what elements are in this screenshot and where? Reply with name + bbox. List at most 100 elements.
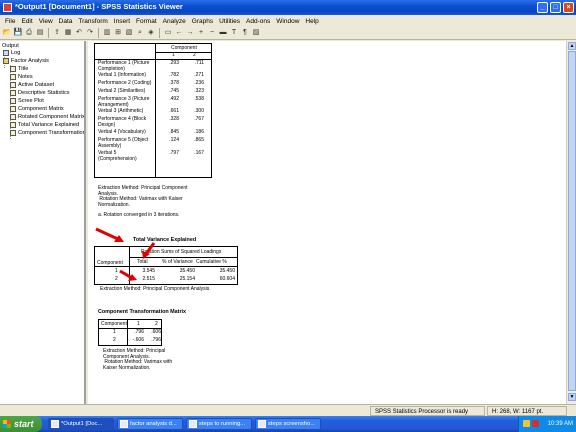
outline-item[interactable]: Title [10, 66, 28, 72]
total-variance-explained-table[interactable]: Rotation Sums of Squared Loadings Compone… [94, 246, 238, 285]
taskbar-item[interactable]: factor analysis d... [117, 418, 183, 430]
taskbar-item[interactable]: steps to running... [186, 418, 252, 430]
outline-item[interactable]: Total Variance Explained [10, 122, 79, 128]
variance-value: 35.450 [219, 268, 235, 274]
print-preview-icon[interactable]: ▤ [35, 28, 45, 38]
network-icon[interactable] [523, 420, 530, 427]
outline-item[interactable]: Notes [10, 74, 33, 80]
vertical-scrollbar[interactable]: ▲ ▼ [566, 41, 576, 404]
matrix-row-label: Performance 4 (Block Design) [98, 116, 147, 128]
recall-dialog-icon[interactable]: ▦ [63, 28, 73, 38]
menu-insert[interactable]: Insert [111, 18, 133, 25]
promote-icon[interactable]: ← [174, 28, 184, 38]
menu-view[interactable]: View [36, 18, 56, 25]
outline-item[interactable]: Rotated Component Matrix [10, 114, 85, 120]
taskbar-item[interactable]: steps screensho... [255, 418, 321, 430]
folder-icon [3, 58, 9, 64]
menu-bar: File Edit View Data Transform Insert Format Ana… [0, 15, 576, 27]
designate-window-icon[interactable]: ◈ [146, 28, 156, 38]
rule [127, 320, 128, 346]
menu-transform[interactable]: Transform [75, 18, 110, 25]
title-bar[interactable]: *Output1 [Document1] - SPSS Statistics V… [0, 0, 576, 15]
outline-item[interactable]: Log [3, 50, 20, 56]
print-icon[interactable]: ⎙ [24, 28, 34, 38]
toolbar-separator [159, 28, 160, 38]
minimize-button[interactable]: _ [537, 2, 548, 13]
outline-item[interactable]: Active Dataset [10, 82, 54, 88]
matrix-value: .300 [194, 108, 204, 114]
hide-icon[interactable]: − [207, 28, 217, 38]
clock[interactable]: 10:39 AM [548, 416, 573, 432]
processor-status: SPSS Statistics Processor is ready [370, 406, 485, 416]
outline-item[interactable]: Descriptive Statistics [10, 90, 70, 96]
open-icon[interactable]: 📂 [2, 28, 12, 38]
export-icon[interactable]: ⇪ [52, 28, 62, 38]
insert-heading-icon[interactable]: ▬ [218, 28, 228, 38]
outline-root[interactable]: Output [2, 43, 19, 49]
security-icon[interactable] [532, 420, 539, 427]
transformation-col-header: 1 [137, 321, 140, 327]
variance-col-header: Cumulative % [196, 259, 227, 265]
menu-edit[interactable]: Edit [18, 18, 35, 25]
menu-graphs[interactable]: Graphs [189, 18, 216, 25]
maximize-button[interactable]: □ [550, 2, 561, 13]
redo-icon[interactable]: ↷ [85, 28, 95, 38]
scroll-down-icon[interactable]: ▼ [568, 393, 576, 401]
goto-case-icon[interactable]: ⊞ [113, 28, 123, 38]
scrollbar-thumb[interactable] [568, 51, 576, 391]
outline-pane[interactable]: Output Log Factor Analysis Title Notes Activ… [0, 41, 86, 404]
taskbar-item[interactable]: *Output1 [Doc... [48, 418, 114, 430]
save-icon[interactable]: 💾 [13, 28, 23, 38]
output-content-pane[interactable]: Component 1 2 Performance 1 (Picture Comple… [88, 41, 566, 404]
menu-window[interactable]: Window [273, 18, 302, 25]
transformation-component-number: 2 [113, 337, 116, 343]
variance-value: 25.154 [179, 276, 195, 282]
rule [155, 44, 156, 178]
outline-item-label: Rotated Component Matrix [18, 114, 85, 120]
menu-file[interactable]: File [2, 18, 18, 25]
matrix-value: .661 [169, 108, 179, 114]
output-size-status: H: 268, W: 1167 pt. [487, 406, 567, 416]
undo-icon[interactable]: ↶ [74, 28, 84, 38]
matrix-col-header: 1 [172, 52, 175, 58]
document-icon [189, 420, 197, 428]
insert-chart-icon[interactable]: ▨ [251, 28, 261, 38]
insert-text-icon[interactable]: ¶ [240, 28, 250, 38]
menu-analyze[interactable]: Analyze [160, 18, 189, 25]
scroll-up-icon[interactable]: ▲ [568, 42, 576, 50]
show-icon[interactable]: + [196, 28, 206, 38]
matrix-value: .782 [169, 72, 179, 78]
output-page-icon [10, 74, 16, 80]
outline-item[interactable]: Component Transformation [10, 130, 84, 136]
insert-title-icon[interactable]: T [229, 28, 239, 38]
matrix-value: .378 [169, 80, 179, 86]
menu-help[interactable]: Help [302, 18, 321, 25]
matrix-row-label: Performance 1 (Picture Completion) [98, 60, 150, 72]
component-transformation-matrix-table[interactable]: Component 1 2 1 .796 .606 2 -.606 .796 [98, 319, 162, 346]
menu-format[interactable]: Format [133, 18, 160, 25]
variables-icon[interactable]: ▧ [124, 28, 134, 38]
demote-icon[interactable]: → [185, 28, 195, 38]
menu-data[interactable]: Data [56, 18, 76, 25]
document-icon [258, 420, 266, 428]
start-button[interactable]: start [0, 416, 42, 432]
matrix-value: .323 [194, 88, 204, 94]
menu-utilities[interactable]: Utilities [216, 18, 243, 25]
outline-item[interactable]: Component Matrix [10, 106, 64, 112]
select-icon[interactable]: ▭ [163, 28, 173, 38]
matrix-value: .293 [169, 60, 179, 66]
outline-item-label: Total Variance Explained [18, 122, 80, 128]
goto-data-icon[interactable]: ▥ [102, 28, 112, 38]
matrix-row-label: Verbal 5 (Comprehension) [98, 150, 137, 162]
find-icon[interactable]: ⌕ [135, 28, 145, 38]
window-title: *Output1 [Document1] - SPSS Statistics V… [15, 2, 183, 11]
outline-item[interactable]: Factor Analysis [3, 58, 49, 64]
outline-item[interactable]: Scree Plot [10, 98, 44, 104]
transformation-footnote: Extraction Method: Principal Component A… [103, 348, 173, 371]
spss-app-icon[interactable] [3, 3, 12, 12]
menu-addons[interactable]: Add-ons [243, 18, 273, 25]
close-button[interactable]: × [563, 2, 574, 13]
rotated-component-matrix-table[interactable]: Component 1 2 Performance 1 (Picture Comple… [94, 43, 212, 178]
transformation-value: -.606 [132, 337, 144, 343]
spss-window-icon [51, 420, 59, 428]
